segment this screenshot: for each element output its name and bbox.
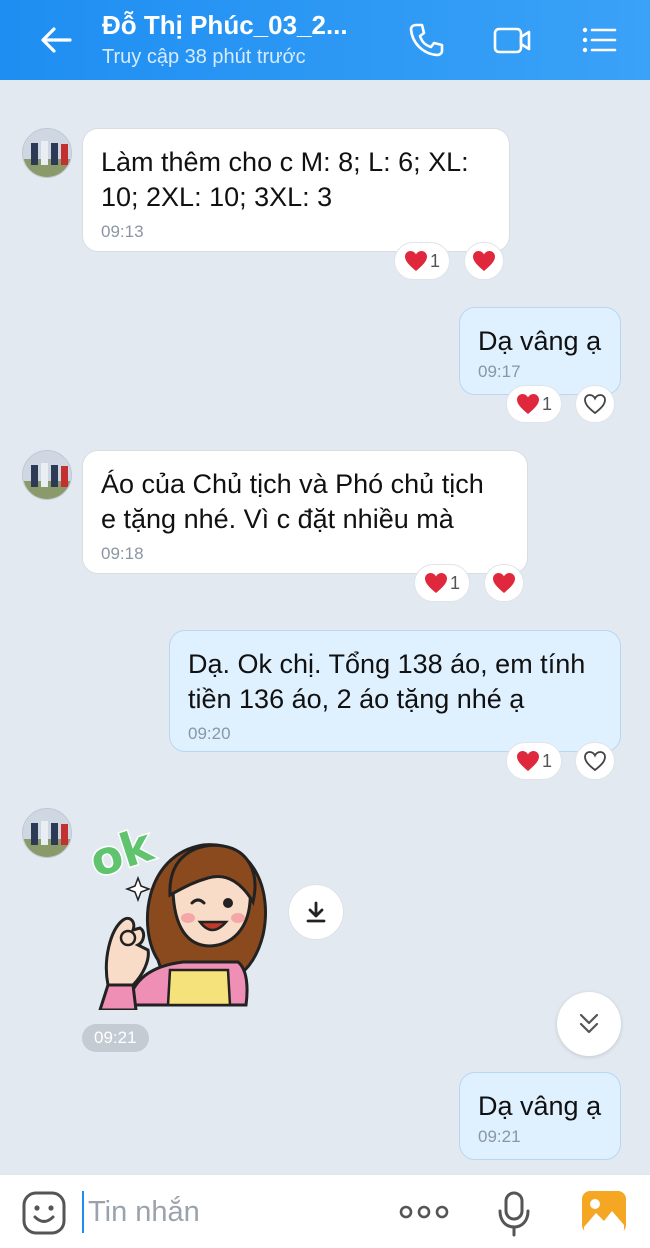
voice-record-button[interactable] <box>494 1189 534 1237</box>
contact-name[interactable]: Đỗ Thị Phúc_03_2... <box>102 10 348 41</box>
heart-icon <box>404 251 427 271</box>
message-bubble-incoming[interactable]: Áo của Chủ tịch và Phó chủ tịch e tặng n… <box>82 450 528 574</box>
message-text-line: tiền 136 áo, 2 áo tặng nhé ạ <box>188 684 525 714</box>
menu-button[interactable] <box>577 18 621 62</box>
message-bubble-incoming[interactable]: Làm thêm cho c M: 8; L: 6; XL: 10; 2XL: … <box>82 128 510 252</box>
react-heart-button[interactable] <box>464 242 504 280</box>
message-time: 09:21 <box>478 1127 521 1146</box>
message-time: 09:17 <box>478 362 521 381</box>
message-text-line: Dạ. Ok chị. Tổng 138 áo, em tính <box>188 649 586 679</box>
reaction-summary[interactable]: 1 <box>414 564 470 602</box>
last-seen-status: Truy cập 38 phút trước <box>102 46 306 68</box>
reaction-count: 1 <box>449 572 460 593</box>
message-text-line: Dạ vâng ạ <box>478 1091 602 1121</box>
message-bubble-outgoing[interactable]: Dạ vâng ạ 09:21 <box>459 1072 621 1160</box>
heart-icon <box>516 394 539 414</box>
send-image-button[interactable] <box>580 1189 628 1235</box>
react-heart-button[interactable] <box>575 385 615 423</box>
message-time: 09:18 <box>101 544 144 563</box>
heart-icon <box>473 251 495 271</box>
contact-avatar[interactable] <box>22 450 72 500</box>
download-icon <box>306 901 326 923</box>
react-heart-button[interactable] <box>484 564 524 602</box>
message-bubble-outgoing[interactable]: Dạ vâng ạ 09:17 <box>459 307 621 395</box>
image-icon <box>582 1191 626 1233</box>
reaction-count: 1 <box>541 393 552 414</box>
microphone-icon <box>498 1191 530 1237</box>
message-input[interactable] <box>82 1191 372 1233</box>
more-icon <box>399 1205 449 1219</box>
react-heart-button[interactable] <box>575 742 615 780</box>
reaction-summary[interactable]: 1 <box>394 242 450 280</box>
more-options-button[interactable] <box>396 1197 452 1227</box>
menu-icon <box>582 27 617 53</box>
back-button[interactable] <box>36 18 80 62</box>
chevron-double-down-icon <box>579 1013 599 1034</box>
ok-girl-sticker-icon: ok <box>82 815 267 1012</box>
message-text-line: Áo của Chủ tịch và Phó chủ tịch <box>101 469 484 499</box>
group-photo-icon <box>23 451 71 499</box>
message-text-line: 10; 2XL: 10; 3XL: 3 <box>101 182 333 212</box>
message-composer <box>0 1174 650 1248</box>
group-photo-icon <box>23 809 71 857</box>
contact-avatar[interactable] <box>22 808 72 858</box>
heart-outline-icon <box>584 394 606 415</box>
reaction-count: 1 <box>541 750 552 771</box>
video-call-button[interactable] <box>490 18 534 62</box>
heart-outline-icon <box>584 751 606 772</box>
message-time: 09:13 <box>101 222 144 241</box>
heart-icon <box>424 573 447 593</box>
message-bubble-outgoing[interactable]: Dạ. Ok chị. Tổng 138 áo, em tính tiền 13… <box>169 630 621 752</box>
message-text-line: e tặng nhé. Vì c đặt nhiều mà <box>101 504 454 534</box>
reaction-count: 1 <box>429 250 440 271</box>
download-sticker-button[interactable] <box>288 884 344 940</box>
back-arrow-icon <box>41 27 72 53</box>
emoji-icon <box>22 1191 66 1235</box>
group-photo-icon <box>23 129 71 177</box>
reaction-summary[interactable]: 1 <box>506 742 562 780</box>
ok-sticker[interactable]: ok <box>82 810 278 1012</box>
emoji-button[interactable] <box>20 1189 68 1237</box>
scroll-to-bottom-button[interactable] <box>557 992 621 1056</box>
heart-icon <box>516 751 539 771</box>
message-text-line: Dạ vâng ạ <box>478 326 602 356</box>
heart-icon <box>493 573 515 593</box>
sticker-time: 09:21 <box>82 1024 149 1052</box>
svg-text:ok: ok <box>88 817 160 888</box>
phone-icon <box>409 23 444 57</box>
voice-call-button[interactable] <box>404 18 448 62</box>
message-text-line: Làm thêm cho c M: 8; L: 6; XL: <box>101 147 469 177</box>
reaction-summary[interactable]: 1 <box>506 385 562 423</box>
video-call-icon <box>493 27 531 54</box>
contact-avatar[interactable] <box>22 128 72 178</box>
chat-header: Đỗ Thị Phúc_03_2... Truy cập 38 phút trư… <box>0 0 650 80</box>
